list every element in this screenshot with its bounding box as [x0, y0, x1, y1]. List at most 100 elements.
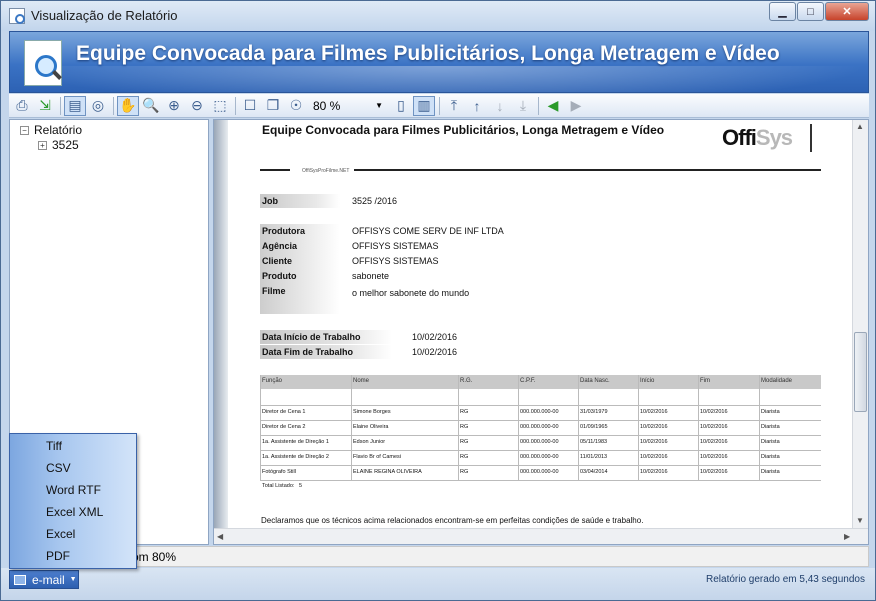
date-end-label: Data Fim de Trabalho: [260, 345, 392, 359]
hand-tool-button[interactable]: ✋: [117, 95, 139, 116]
zoom-select[interactable]: 80 % ▼: [310, 96, 386, 115]
collapse-icon[interactable]: −: [20, 125, 29, 135]
zoom-out-button[interactable]: ⊖: [186, 96, 208, 116]
vertical-scroll-thumb[interactable]: [854, 332, 867, 412]
maximize-button[interactable]: □: [797, 2, 824, 21]
zoom-out-icon: ⊖: [191, 97, 203, 113]
table-cell: 10/02/2016: [700, 424, 728, 430]
first-page-button[interactable]: ⤒: [443, 96, 465, 116]
table-cell: Diarista: [761, 469, 780, 475]
scroll-left-icon[interactable]: ◀: [217, 532, 223, 541]
field-value-produtora: OFFISYS COME SERV DE INF LTDA: [352, 226, 504, 236]
magnifier-button[interactable]: 🔍: [140, 96, 162, 116]
table-cell: RG: [460, 454, 469, 460]
column-header: Modalidade: [761, 378, 793, 384]
back-button[interactable]: ◀: [542, 96, 564, 116]
report-viewer-window: Visualização de Relatório ▁ □ ✕ Equipe C…: [0, 0, 876, 601]
title-bar[interactable]: Visualização de Relatório ▁ □ ✕: [1, 1, 875, 31]
magnifier-icon: 🔍: [142, 97, 160, 113]
horizontal-scrollbar[interactable]: ◀ ▶: [214, 528, 868, 544]
logo-bar: [810, 124, 812, 152]
table-cell: Fotógrafo Still: [262, 469, 296, 475]
menu-item-word-rtf[interactable]: Word RTF: [46, 483, 101, 497]
close-button[interactable]: ✕: [825, 2, 869, 21]
arrow-down-icon: ↓: [496, 97, 504, 114]
menu-item-tiff[interactable]: Tiff: [46, 439, 62, 453]
multi-page-button[interactable]: ▥: [413, 95, 435, 116]
vertical-scrollbar[interactable]: ▲ ▼: [852, 120, 868, 528]
email-button[interactable]: e-mail ▼: [9, 570, 79, 589]
field-label-agencia: Agência: [262, 241, 298, 251]
row-divider: [260, 450, 821, 451]
close-icon: ✕: [842, 6, 852, 18]
fit-page-button[interactable]: ☐: [239, 96, 261, 116]
table-cell: Flavio Br of Camesi: [353, 454, 401, 460]
table-cell: 01/09/1965: [580, 424, 608, 430]
table-cell: 000.000.000-00: [520, 409, 559, 415]
scroll-right-icon[interactable]: ▶: [844, 532, 850, 541]
zoom-status-text: om 80%: [132, 550, 177, 564]
table-cell: 10/02/2016: [640, 469, 668, 475]
table-cell: 10/02/2016: [640, 439, 668, 445]
menu-item-excel[interactable]: Excel: [46, 527, 75, 541]
toolbar-separator: [60, 96, 61, 115]
scroll-down-icon[interactable]: ▼: [856, 516, 864, 525]
column-header: Início: [640, 378, 655, 384]
tree-node-job[interactable]: + 3525: [38, 138, 79, 152]
first-page-icon: ⤒: [450, 97, 458, 113]
total-label: Total Listado:: [262, 483, 295, 489]
forward-circle-icon: ▶: [570, 97, 582, 113]
printer-icon: ⎙: [16, 97, 28, 113]
table-cell: 05/11/1983: [580, 439, 608, 445]
zoom-region-icon: ⬚: [213, 97, 227, 113]
export-button[interactable]: ⇲: [34, 96, 56, 116]
minimize-button[interactable]: ▁: [769, 2, 796, 21]
table-cell: Edson Junior: [353, 439, 386, 445]
logo-part-offi: Offi: [722, 125, 757, 150]
hand-icon: ✋: [119, 97, 137, 113]
tree-panel-icon: ▤: [68, 97, 82, 113]
table-cell: RG: [460, 409, 469, 415]
table-cell: 10/02/2016: [640, 409, 668, 415]
row-divider: [260, 435, 821, 436]
toolbar-separator: [439, 96, 440, 115]
table-cell: 10/02/2016: [700, 454, 728, 460]
table-cell: ELAINE REGINA OLIVEIRA: [353, 469, 422, 475]
logo-part-sys: Sys: [755, 125, 793, 150]
column-header: C.P.F.: [520, 378, 536, 384]
single-page-button[interactable]: ▯: [390, 96, 412, 116]
table-cell: RG: [460, 469, 469, 475]
fit-page-icon: ☐: [243, 97, 257, 113]
last-page-button[interactable]: ⤓: [512, 96, 534, 116]
column-header: Nome: [353, 378, 370, 384]
report-preview[interactable]: Equipe Convocada para Filmes Publicitári…: [213, 119, 869, 545]
table-cell: 10/02/2016: [700, 439, 728, 445]
menu-item-csv[interactable]: CSV: [46, 461, 71, 475]
zoom-in-button[interactable]: ⊕: [163, 96, 185, 116]
expand-icon[interactable]: +: [38, 140, 47, 150]
next-page-button[interactable]: ↓: [489, 96, 511, 116]
zoom-in-icon: ⊕: [168, 97, 180, 113]
window-controls: ▁ □ ✕: [768, 2, 869, 21]
export-format-menu: Tiff CSV Word RTF Excel XML Excel PDF: [9, 433, 137, 569]
magnifier-document-icon: [24, 40, 62, 86]
print-button[interactable]: ⎙: [11, 96, 33, 116]
menu-item-excel-xml[interactable]: Excel XML: [46, 505, 103, 519]
previous-page-button[interactable]: ↑: [466, 96, 488, 116]
chevron-down-icon: ▼: [375, 101, 383, 110]
actual-size-button[interactable]: ☉: [285, 96, 307, 116]
table-cell: 000.000.000-00: [520, 424, 559, 430]
scroll-up-icon[interactable]: ▲: [856, 122, 864, 131]
forward-button[interactable]: ▶: [565, 96, 587, 116]
menu-item-pdf[interactable]: PDF: [46, 549, 70, 563]
tree-node-root[interactable]: − Relatório: [20, 123, 82, 137]
declaration-text: Declaramos que os técnicos acima relacio…: [261, 516, 644, 525]
toggle-tree-button[interactable]: ▤: [64, 95, 86, 116]
zoom-region-button[interactable]: ⬚: [209, 96, 231, 116]
table-cell: 10/02/2016: [700, 409, 728, 415]
field-label-cliente: Cliente: [262, 256, 293, 266]
fit-width-button[interactable]: ❐: [262, 96, 284, 116]
find-button[interactable]: ◎: [87, 96, 109, 116]
zoom-value: 80 %: [313, 98, 341, 113]
job-label: Job: [260, 194, 340, 208]
